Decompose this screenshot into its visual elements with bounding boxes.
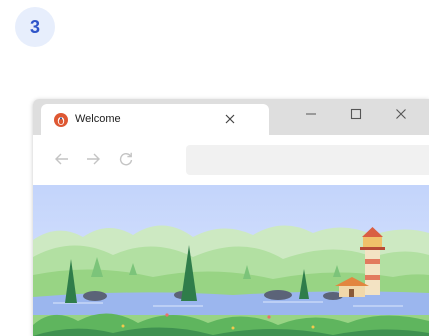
step-number: 3 xyxy=(29,17,40,37)
welcome-page-illustration xyxy=(33,185,429,336)
landscape-illustration xyxy=(33,185,429,336)
maximize-icon[interactable] xyxy=(348,106,364,122)
address-bar[interactable] xyxy=(186,145,429,175)
tab-welcome[interactable]: Welcome xyxy=(41,104,269,135)
browser-window-illustration: Welcome xyxy=(33,99,429,336)
tab-strip: Welcome xyxy=(33,99,429,135)
close-icon[interactable] xyxy=(393,106,409,122)
browser-toolbar xyxy=(33,135,429,185)
forward-arrow-icon[interactable] xyxy=(83,149,103,169)
tab-close-icon[interactable] xyxy=(222,111,238,127)
back-arrow-icon[interactable] xyxy=(52,149,72,169)
duckduckgo-logo-icon xyxy=(54,113,68,127)
minimize-icon[interactable] xyxy=(303,106,319,122)
tab-title: Welcome xyxy=(75,113,121,125)
step-number-badge: 3 xyxy=(15,7,55,47)
reload-icon[interactable] xyxy=(116,149,136,169)
